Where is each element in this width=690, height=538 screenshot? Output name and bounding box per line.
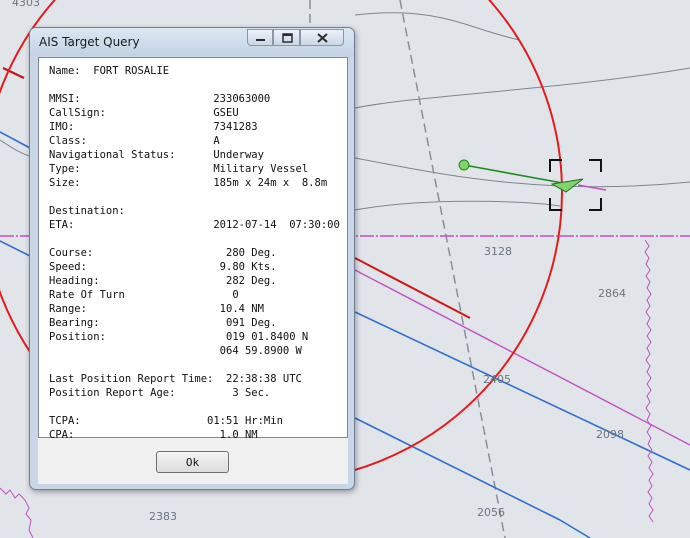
field-bearing: Bearing: 091 Deg. bbox=[49, 317, 277, 329]
target-vector-dot bbox=[458, 159, 470, 171]
dialog-titlebar[interactable]: AIS Target Query bbox=[30, 28, 354, 56]
boundary-line bbox=[644, 239, 654, 523]
route-line bbox=[0, 131, 31, 149]
close-button[interactable] bbox=[300, 29, 344, 46]
depth-contour bbox=[354, 157, 690, 188]
depth-label: 2383 bbox=[149, 510, 177, 523]
field-position-lon: 064 59.8900 W bbox=[49, 345, 302, 357]
depth-contour bbox=[354, 200, 561, 211]
depth-label: 2864 bbox=[598, 287, 626, 300]
field-class: Class: A bbox=[49, 135, 220, 147]
field-type: Type: Military Vessel bbox=[49, 163, 309, 175]
depth-contour bbox=[354, 67, 690, 109]
depth-label: 2056 bbox=[477, 506, 505, 519]
close-icon bbox=[317, 33, 328, 43]
route-line bbox=[354, 311, 690, 471]
field-rate-of-turn: Rate Of Turn 0 bbox=[49, 289, 239, 301]
target-info-text: Name: FORT ROSALIE MMSI: 233063000 CallS… bbox=[49, 64, 340, 442]
field-last-report-time: Last Position Report Time: 22:38:38 UTC bbox=[49, 373, 302, 385]
field-tcpa: TCPA: 01:51 Hr:Min bbox=[49, 415, 283, 427]
field-mmsi: MMSI: 233063000 bbox=[49, 93, 271, 105]
depth-label: 2098 bbox=[596, 428, 624, 441]
minimize-button[interactable] bbox=[247, 29, 273, 46]
depth-label: 4303 bbox=[12, 0, 40, 9]
ok-button[interactable]: Ok bbox=[156, 451, 229, 473]
field-eta: ETA: 2012-07-14 07:30:00 bbox=[49, 219, 340, 231]
target-info-panel[interactable]: Name: FORT ROSALIE MMSI: 233063000 CallS… bbox=[38, 57, 348, 441]
route-line bbox=[0, 240, 31, 257]
boundary-line bbox=[0, 487, 34, 538]
field-size: Size: 185m x 24m x 8.8m bbox=[49, 177, 328, 189]
target-vector-line bbox=[463, 164, 569, 185]
field-range: Range: 10.4 NM bbox=[49, 303, 264, 315]
maximize-button[interactable] bbox=[273, 29, 300, 46]
route-line bbox=[559, 519, 591, 538]
minimize-icon bbox=[256, 39, 265, 41]
field-speed: Speed: 9.80 Kts. bbox=[49, 261, 277, 273]
maximize-icon bbox=[282, 33, 293, 43]
field-nav-status: Navigational Status: Underway bbox=[49, 149, 264, 161]
route-line bbox=[354, 417, 561, 521]
depth-label: 2405 bbox=[483, 373, 511, 386]
depth-label: 3128 bbox=[484, 245, 512, 258]
field-report-age: Position Report Age: 3 Sec. bbox=[49, 387, 271, 399]
ais-target-query-dialog[interactable]: AIS Target Query Name: FORT ROSALIE MMSI… bbox=[29, 27, 355, 490]
dialog-footer: Ok bbox=[38, 438, 348, 484]
target-heading-line bbox=[577, 184, 607, 191]
traffic-lane-line bbox=[399, 0, 506, 538]
field-name: Name: FORT ROSALIE bbox=[49, 65, 170, 77]
field-imo: IMO: 7341283 bbox=[49, 121, 258, 133]
dialog-title: AIS Target Query bbox=[39, 35, 140, 49]
field-course: Course: 280 Deg. bbox=[49, 247, 277, 259]
field-position-lat: Position: 019 01.8400 N bbox=[49, 331, 309, 343]
depth-contour bbox=[354, 12, 521, 41]
depth-contour bbox=[0, 139, 31, 157]
field-destination: Destination: bbox=[49, 205, 125, 217]
field-heading: Heading: 282 Deg. bbox=[49, 275, 277, 287]
field-callsign: CallSign: GSEU bbox=[49, 107, 239, 119]
boundary-line bbox=[354, 269, 690, 446]
